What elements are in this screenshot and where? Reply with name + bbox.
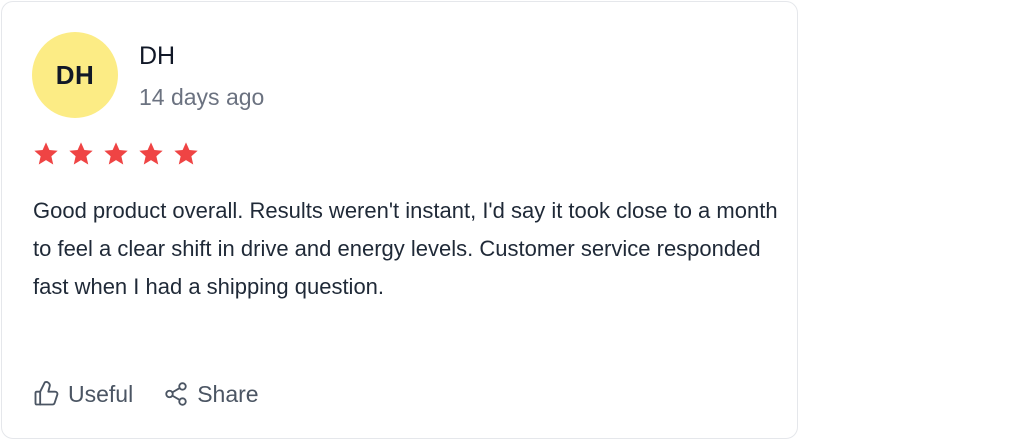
share-label: Share bbox=[197, 380, 259, 407]
star-icon bbox=[34, 142, 58, 165]
star-icon bbox=[69, 142, 93, 165]
review-actions: Useful Share bbox=[32, 380, 259, 408]
useful-label: Useful bbox=[68, 380, 134, 407]
star-icon bbox=[174, 142, 198, 165]
thumbs-up-icon bbox=[32, 380, 60, 408]
review-body: Good product overall. Results weren't in… bbox=[33, 198, 778, 299]
review-date: 14 days ago bbox=[139, 84, 265, 110]
share-button[interactable]: Share bbox=[163, 380, 259, 408]
review-card: DH DH 14 days ago Good product overall. … bbox=[1, 1, 798, 439]
useful-button[interactable]: Useful bbox=[32, 380, 133, 408]
star-icon bbox=[139, 142, 163, 165]
avatar-initials: DH bbox=[55, 59, 95, 90]
share-icon bbox=[163, 381, 189, 407]
star-icon bbox=[104, 142, 128, 165]
author-name: DH bbox=[139, 42, 176, 70]
avatar: DH bbox=[32, 32, 118, 118]
star-rating bbox=[32, 140, 200, 168]
